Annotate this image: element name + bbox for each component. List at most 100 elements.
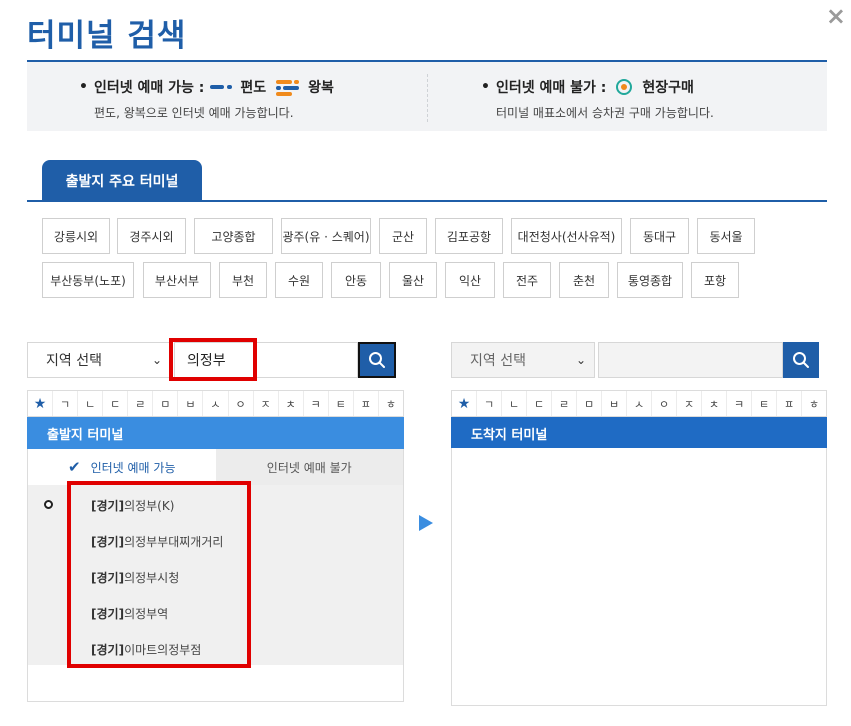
result-region: [경기]: [91, 643, 125, 657]
terminal-button[interactable]: 군산: [379, 218, 427, 254]
terminal-button[interactable]: 전주: [503, 262, 551, 298]
chevron-down-icon: ⌄: [151, 353, 162, 367]
consonant-filter[interactable]: ㅋ: [304, 391, 329, 416]
terminal-button[interactable]: 통영종합: [617, 262, 683, 298]
terminal-button[interactable]: 춘천: [559, 262, 609, 298]
consonant-filter[interactable]: ㄹ: [128, 391, 154, 416]
arrival-region-select[interactable]: 지역 선택 ⌄: [451, 342, 595, 378]
list-item[interactable]: [경기]이마트의정부점: [91, 641, 201, 658]
consonant-filter[interactable]: ㅁ: [577, 391, 602, 416]
consonant-filter[interactable]: ㅍ: [354, 391, 379, 416]
arrival-panel-header: 도착지 터미널: [451, 417, 827, 449]
arrival-consonant-filter: ★ ㄱ ㄴ ㄷ ㄹ ㅁ ㅂ ㅅ ㅇ ㅈ ㅊ ㅋ ㅌ ㅍ ㅎ: [451, 390, 827, 417]
departure-search-input[interactable]: 의정부: [174, 342, 358, 378]
consonant-filter[interactable]: ㅂ: [602, 391, 627, 416]
result-name: 의정부부대찌개거리: [124, 535, 224, 549]
terminal-button[interactable]: 광주(유 · 스퀘어): [281, 218, 371, 254]
departure-search-button[interactable]: [358, 342, 396, 378]
list-item[interactable]: [경기]의정부(K): [91, 497, 174, 514]
arrow-right-icon: [419, 515, 433, 531]
result-name: 이마트의정부점: [124, 643, 202, 657]
consonant-filter[interactable]: ㅁ: [153, 391, 179, 416]
booking-legend: • 인터넷 예매 가능 : 편도 왕복 편도, 왕복으로 인터넷 예매 가능합니…: [27, 60, 827, 131]
terminal-button[interactable]: 부산동부(노포): [42, 262, 134, 298]
favorites-star-icon[interactable]: ★: [452, 391, 477, 416]
oneway-icon: [210, 81, 234, 93]
consonant-filter[interactable]: ㄹ: [552, 391, 577, 416]
consonant-filter[interactable]: ㅎ: [379, 391, 403, 416]
terminal-button[interactable]: 고양종합: [194, 218, 273, 254]
consonant-filter[interactable]: ㅍ: [777, 391, 802, 416]
consonant-filter[interactable]: ㅅ: [627, 391, 652, 416]
consonant-filter[interactable]: ㄷ: [527, 391, 552, 416]
tab-major-terminals[interactable]: 출발지 주요 터미널: [42, 160, 202, 202]
tab-online-unavailable[interactable]: 인터넷 예매 불가: [215, 449, 403, 485]
result-name: 의정부(K): [124, 499, 175, 513]
list-item[interactable]: [경기]의정부시청: [91, 569, 179, 586]
terminal-button[interactable]: 경주시외: [117, 218, 186, 254]
terminal-button[interactable]: 동대구: [630, 218, 689, 254]
arrival-result-list: [451, 448, 827, 706]
search-icon: [369, 352, 385, 368]
departure-panel-header: 출발지 터미널: [27, 417, 404, 449]
arrival-search-input[interactable]: [598, 342, 783, 378]
tab-online-available[interactable]: ✔ 인터넷 예매 가능: [28, 449, 216, 485]
consonant-filter[interactable]: ㅈ: [254, 391, 279, 416]
consonant-filter[interactable]: ㅋ: [727, 391, 752, 416]
consonant-filter[interactable]: ㅈ: [677, 391, 702, 416]
terminal-button[interactable]: 부산서부: [143, 262, 211, 298]
legend-online-available: • 인터넷 예매 가능 : 편도 왕복 편도, 왕복으로 인터넷 예매 가능합니…: [79, 76, 334, 121]
favorites-star-icon[interactable]: ★: [28, 391, 54, 416]
terminal-button[interactable]: 김포공항: [435, 218, 503, 254]
consonant-filter[interactable]: ㅊ: [702, 391, 727, 416]
consonant-filter[interactable]: ㄴ: [78, 391, 104, 416]
arrival-search-button[interactable]: [783, 342, 819, 378]
selected-radio-icon[interactable]: [44, 500, 53, 509]
terminal-button[interactable]: 울산: [389, 262, 437, 298]
page-title: 터미널 검색: [27, 18, 187, 54]
departure-region-label: 지역 선택: [46, 353, 102, 369]
departure-result-list: [경기]의정부(K) [경기]의정부부대찌개거리 [경기]의정부시청 [경기]의…: [27, 485, 404, 702]
legend-online-unavailable: • 인터넷 예매 불가 : 현장구매 터미널 매표소에서 승차권 구매 가능합니…: [481, 76, 714, 121]
consonant-filter[interactable]: ㄱ: [477, 391, 502, 416]
departure-consonant-filter: ★ ㄱ ㄴ ㄷ ㄹ ㅁ ㅂ ㅅ ㅇ ㅈ ㅊ ㅋ ㅌ ㅍ ㅎ: [27, 390, 404, 417]
terminal-button[interactable]: 안동: [331, 262, 381, 298]
legend-onsite-label: 현장구매: [642, 80, 694, 96]
result-region: [경기]: [91, 535, 125, 549]
legend-available-label: 인터넷 예매 가능 :: [93, 80, 205, 96]
consonant-filter[interactable]: ㅇ: [229, 391, 254, 416]
terminal-button[interactable]: 익산: [445, 262, 495, 298]
terminal-button[interactable]: 동서울: [697, 218, 755, 254]
consonant-filter[interactable]: ㅌ: [752, 391, 777, 416]
consonant-filter[interactable]: ㄴ: [502, 391, 527, 416]
consonant-filter[interactable]: ㅊ: [279, 391, 304, 416]
legend-unavailable-label: 인터넷 예매 불가 :: [495, 80, 607, 96]
consonant-filter[interactable]: ㅂ: [178, 391, 204, 416]
consonant-filter[interactable]: ㅌ: [329, 391, 354, 416]
onsite-purchase-icon: [616, 79, 633, 95]
consonant-filter[interactable]: ㄱ: [53, 391, 79, 416]
legend-roundtrip-label: 왕복: [308, 80, 334, 96]
list-item[interactable]: [경기]의정부역: [91, 605, 168, 622]
consonant-filter[interactable]: ㅇ: [652, 391, 677, 416]
result-name: 의정부역: [124, 607, 169, 621]
result-region: [경기]: [91, 607, 125, 621]
terminal-button[interactable]: 강릉시외: [42, 218, 110, 254]
departure-region-select[interactable]: 지역 선택 ⌄: [27, 342, 171, 378]
terminal-button[interactable]: 대전청사(선사유적): [511, 218, 622, 254]
list-item[interactable]: [경기]의정부부대찌개거리: [91, 533, 223, 550]
legend-unavailable-desc: 터미널 매표소에서 승차권 구매 가능합니다.: [496, 106, 714, 120]
bullet: •: [481, 79, 490, 95]
chevron-down-icon: ⌄: [575, 353, 586, 367]
terminal-button[interactable]: 수원: [275, 262, 323, 298]
list-background: [28, 485, 403, 665]
consonant-filter[interactable]: ㄷ: [103, 391, 129, 416]
legend-oneway-label: 편도: [240, 80, 267, 96]
terminal-button[interactable]: 부천: [219, 262, 267, 298]
tab-online-available-label: 인터넷 예매 가능: [90, 460, 176, 475]
consonant-filter[interactable]: ㅅ: [203, 391, 229, 416]
terminal-button[interactable]: 포항: [691, 262, 739, 298]
close-icon[interactable]: ×: [826, 2, 846, 30]
consonant-filter[interactable]: ㅎ: [802, 391, 826, 416]
search-icon: [793, 352, 809, 368]
